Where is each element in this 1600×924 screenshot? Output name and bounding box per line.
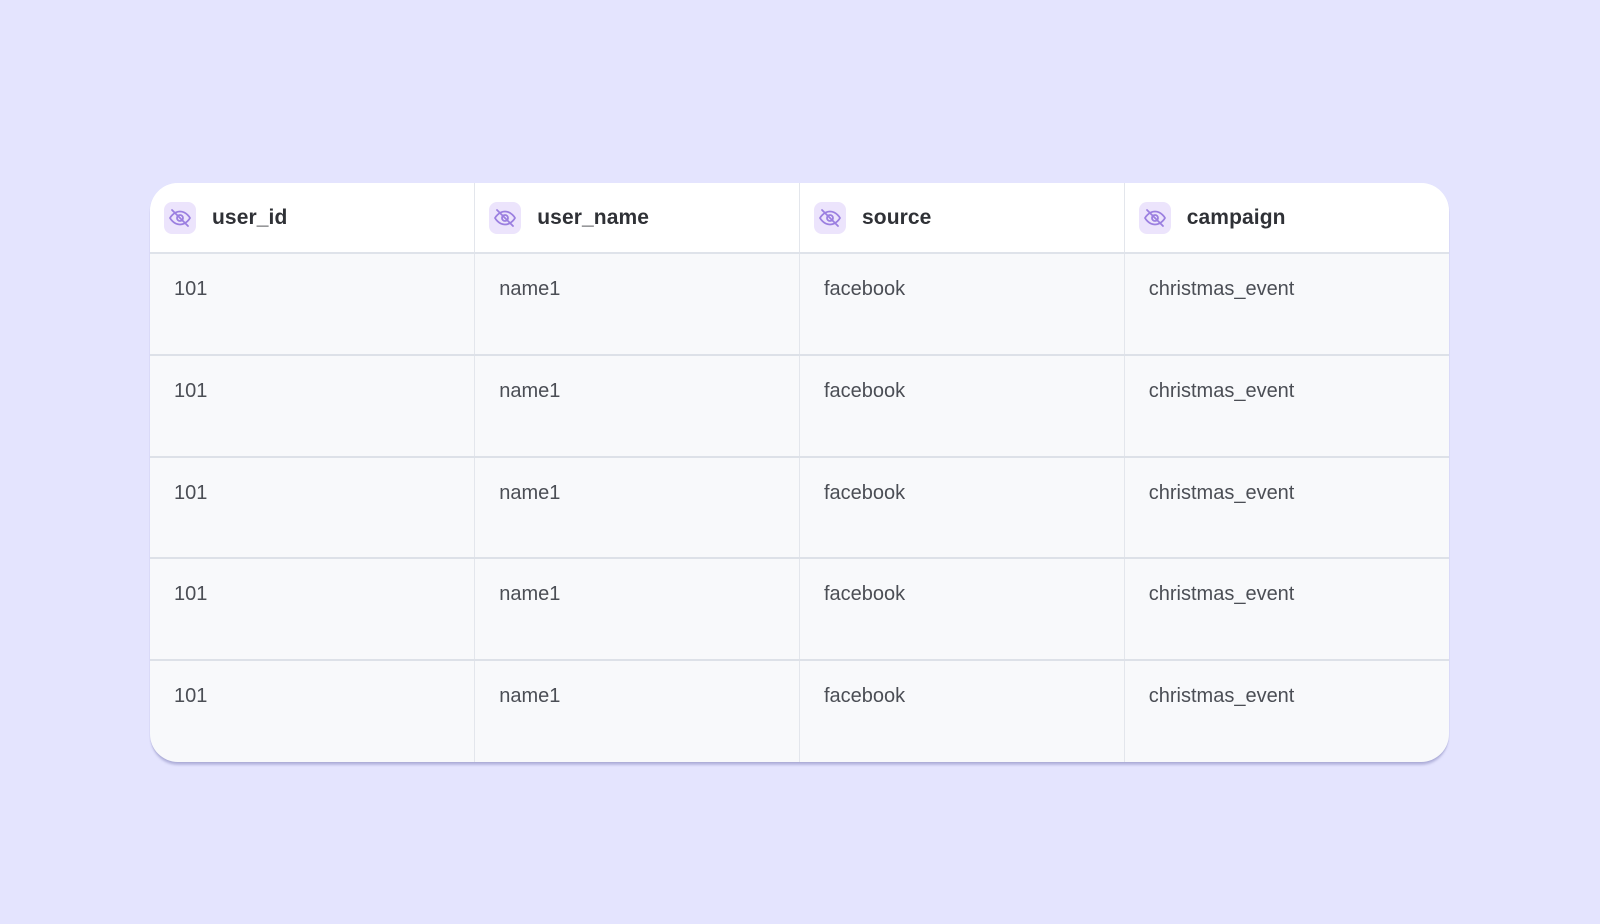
column-label: user_name [537,205,650,229]
cell-user-name: name1 [474,660,800,762]
column-header-campaign[interactable]: campaign [1124,183,1449,254]
eye-off-icon[interactable] [1138,201,1171,234]
data-table-card: user_id user_name source campaign 101 na… [150,183,1449,762]
cell-user-name: name1 [474,558,800,662]
cell-user-id: 101 [150,660,476,762]
table-row: 101 name1 facebook christmas_event [150,354,1449,458]
eye-off-icon[interactable] [164,201,196,234]
cell-user-id: 101 [150,253,476,356]
cell-user-id: 101 [150,354,476,458]
cell-source: facebook [799,558,1125,662]
column-label: source [862,205,932,229]
cell-source: facebook [799,253,1125,356]
column-label: user_id [212,205,288,229]
table-row: 101 name1 facebook christmas_event [150,660,1449,762]
eye-off-icon[interactable] [814,201,846,234]
cell-source: facebook [799,354,1125,458]
column-header-source[interactable]: source [799,183,1125,254]
table-header-row: user_id user_name source campaign [150,183,1449,254]
eye-off-icon[interactable] [489,201,522,234]
cell-user-id: 101 [150,456,476,560]
cell-user-name: name1 [474,253,800,356]
cell-campaign: christmas_event [1148,685,1295,708]
cell-source: facebook [799,456,1125,560]
cell-user-name: name1 [474,354,800,458]
cell-user-id: 101 [150,558,476,662]
cell-campaign: christmas_event [1124,354,1449,458]
data-table: user_id user_name source campaign 101 na… [150,183,1449,762]
table-row: 101 name1 facebook christmas_event [150,456,1449,560]
column-label: campaign [1186,205,1286,229]
cell-user-name: name1 [474,456,800,560]
column-header-user-name[interactable]: user_name [474,183,800,254]
cell-source: facebook [799,660,1125,762]
table-row: 101 name1 facebook christmas_event [150,253,1449,356]
table-row: 101 name1 facebook christmas_event [150,558,1449,662]
column-header-user-id[interactable]: user_id [150,183,476,254]
cell-campaign: christmas_event [1124,558,1449,662]
cell-campaign: christmas_event [1124,456,1449,560]
cell-campaign: christmas_event [1124,253,1449,356]
